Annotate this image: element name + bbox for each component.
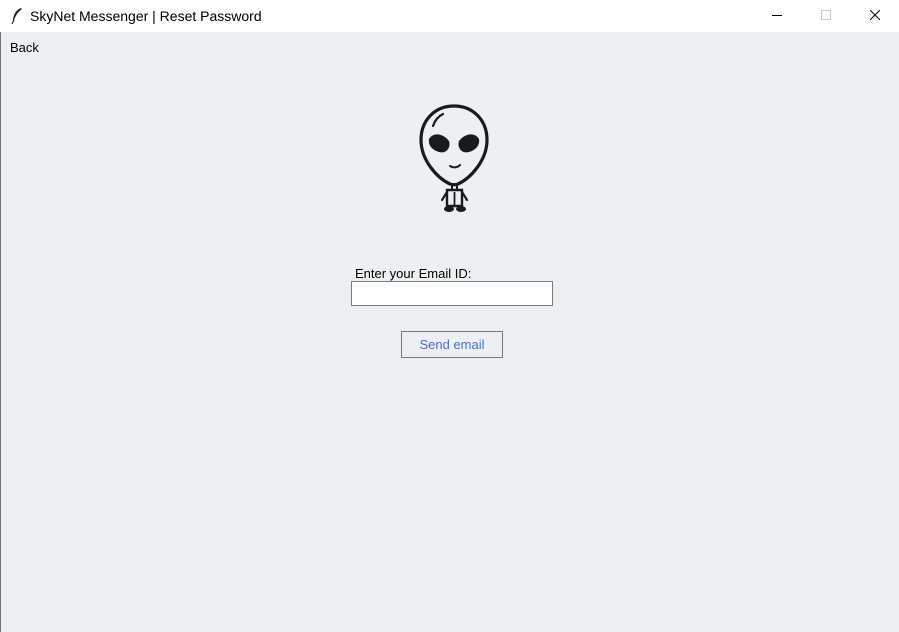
reset-password-panel: Back Enter your Email ID: Send email — [0, 32, 899, 632]
title-bar: SkyNet Messenger | Reset Password — [0, 0, 899, 32]
maximize-icon — [821, 10, 831, 20]
email-label: Enter your Email ID: — [355, 266, 472, 281]
alien-icon — [411, 102, 497, 214]
back-button[interactable]: Back — [10, 40, 39, 55]
window-title: SkyNet Messenger | Reset Password — [30, 8, 262, 24]
close-button[interactable] — [851, 0, 899, 31]
minimize-icon — [772, 15, 782, 16]
maximize-button[interactable] — [802, 0, 850, 31]
close-icon — [870, 10, 880, 20]
feather-icon — [10, 7, 24, 25]
minimize-button[interactable] — [753, 0, 801, 31]
email-input[interactable] — [351, 281, 553, 306]
send-email-button[interactable]: Send email — [401, 331, 503, 358]
